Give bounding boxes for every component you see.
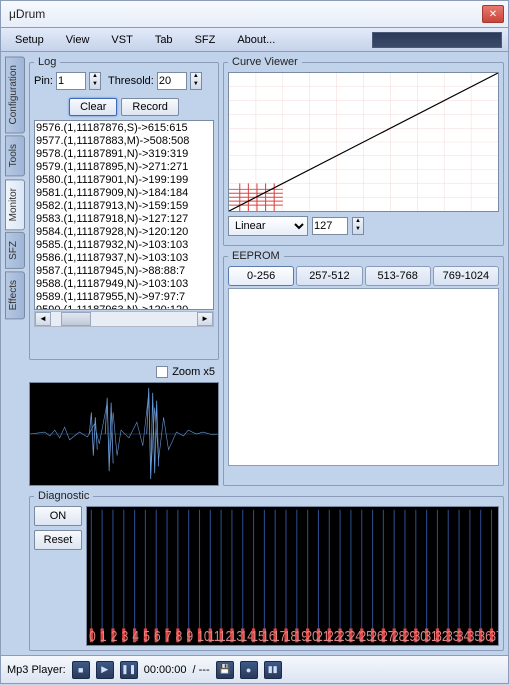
svg-text:8: 8 (176, 628, 183, 645)
side-tabs: Configuration Tools Monitor SFZ Effects (5, 56, 25, 651)
pause-button[interactable]: ❚❚ (120, 661, 138, 679)
curve-value-input[interactable] (312, 217, 348, 235)
waveform-display (29, 382, 219, 486)
menu-tab[interactable]: Tab (145, 31, 183, 49)
curve-graph (228, 72, 499, 212)
eeprom-tab-3[interactable]: 769-1024 (433, 266, 499, 286)
log-line[interactable]: 9584.(1,11187928,N)->120:120 (36, 226, 212, 239)
diagnostic-on-button[interactable]: ON (34, 506, 82, 526)
svg-text:1: 1 (100, 628, 107, 645)
menu-setup[interactable]: Setup (5, 31, 54, 49)
eeprom-panel: EEPROM 0-256 257-512 513-768 769-1024 (223, 250, 504, 486)
diagnostic-graph: 0123456789101112131415161718192021222324… (86, 506, 499, 646)
statusbar: Mp3 Player: ■ ▶ ❚❚ 00:00:00 / --- 💾 ● ▮▮ (0, 656, 509, 684)
log-line[interactable]: 9580.(1,11187901,N)->199:199 (36, 174, 212, 187)
sidetab-effects[interactable]: Effects (5, 271, 25, 319)
log-line[interactable]: 9579.(1,11187895,N)->271:271 (36, 161, 212, 174)
log-line[interactable]: 9586.(1,11187937,N)->103:103 (36, 252, 212, 265)
eeprom-tab-0[interactable]: 0-256 (228, 266, 294, 286)
scroll-right-icon[interactable]: ► (197, 312, 213, 326)
svg-text:4: 4 (132, 628, 139, 645)
sidetab-tools[interactable]: Tools (5, 135, 25, 176)
log-line[interactable]: 9585.(1,11187932,N)->103:103 (36, 239, 212, 252)
record-button[interactable]: Record (121, 98, 178, 116)
scroll-left-icon[interactable]: ◄ (35, 312, 51, 326)
log-line[interactable]: 9589.(1,11187955,N)->97:97:7 (36, 291, 212, 304)
menu-sfz[interactable]: SFZ (185, 31, 226, 49)
log-line[interactable]: 9578.(1,11187891,N)->319:319 (36, 148, 212, 161)
window-title: μDrum (9, 7, 480, 21)
log-line[interactable]: 9577.(1,11187883,M)->508:508 (36, 135, 212, 148)
thresold-spinner[interactable]: ▲▼ (190, 72, 202, 90)
main-area: Configuration Tools Monitor SFZ Effects … (0, 52, 509, 656)
svg-text:0: 0 (89, 628, 96, 645)
log-panel: Log Pin: ▲▼ Thresold: ▲▼ Clear Record (29, 56, 219, 360)
diagnostic-panel: Diagnostic ON Reset 01234567891011121314… (29, 490, 504, 651)
log-line[interactable]: 9576.(1,11187876,S)->615:615 (36, 122, 212, 135)
curve-viewer-panel: Curve Viewer (223, 56, 504, 246)
eeprom-body (228, 288, 499, 466)
thresold-input[interactable] (157, 72, 187, 90)
sidetab-sfz[interactable]: SFZ (5, 232, 25, 269)
diagnostic-reset-button[interactable]: Reset (34, 530, 82, 550)
log-line[interactable]: 9588.(1,11187949,N)->103:103 (36, 278, 212, 291)
sidetab-monitor[interactable]: Monitor (5, 179, 25, 230)
levels-button[interactable]: ▮▮ (264, 661, 282, 679)
sidetab-configuration[interactable]: Configuration (5, 56, 25, 133)
menu-about[interactable]: About... (227, 31, 285, 49)
close-button[interactable]: ✕ (482, 5, 504, 23)
record-icon-button[interactable]: ● (240, 661, 258, 679)
log-list[interactable]: 9576.(1,11187876,S)->615:615 9577.(1,111… (34, 120, 214, 310)
log-line[interactable]: 9587.(1,11187945,N)->88:88:7 (36, 265, 212, 278)
svg-text:7: 7 (165, 628, 172, 645)
log-legend: Log (34, 56, 60, 68)
thresold-label: Thresold: (108, 75, 154, 87)
curve-type-select[interactable]: Linear (228, 216, 308, 236)
menu-view[interactable]: View (56, 31, 100, 49)
svg-text:3: 3 (122, 628, 129, 645)
stop-button[interactable]: ■ (72, 661, 90, 679)
mp3-label: Mp3 Player: (7, 664, 66, 676)
eeprom-legend: EEPROM (228, 250, 284, 262)
log-line[interactable]: 9583.(1,11187918,N)->127:127 (36, 213, 212, 226)
play-button[interactable]: ▶ (96, 661, 114, 679)
zoom-label: Zoom x5 (172, 366, 215, 378)
log-hscroll[interactable]: ◄ ► (34, 311, 214, 327)
svg-text:9: 9 (187, 628, 194, 645)
menu-vst[interactable]: VST (101, 31, 142, 49)
curve-value-spinner[interactable]: ▲▼ (352, 217, 364, 235)
curve-legend: Curve Viewer (228, 56, 302, 68)
save-button[interactable]: 💾 (216, 661, 234, 679)
pin-input[interactable] (56, 72, 86, 90)
log-line[interactable]: 9581.(1,11187909,N)->184:184 (36, 187, 212, 200)
svg-text:37: 37 (489, 628, 499, 645)
pin-label: Pin: (34, 75, 53, 87)
menu-progress (372, 32, 502, 48)
svg-text:6: 6 (154, 628, 161, 645)
menubar: Setup View VST Tab SFZ About... (0, 28, 509, 52)
eeprom-tab-1[interactable]: 257-512 (296, 266, 362, 286)
log-line[interactable]: 9590 (1 11187963 N)->120:120 (36, 304, 212, 310)
time-display: 00:00:00 (144, 664, 187, 676)
time-sep: / --- (193, 664, 210, 676)
eeprom-tab-2[interactable]: 513-768 (365, 266, 431, 286)
titlebar: μDrum ✕ (0, 0, 509, 28)
diagnostic-legend: Diagnostic (34, 490, 93, 502)
zoom-checkbox[interactable] (156, 366, 168, 378)
log-line[interactable]: 9582.(1,11187913,N)->159:159 (36, 200, 212, 213)
clear-button[interactable]: Clear (69, 98, 117, 116)
pin-spinner[interactable]: ▲▼ (89, 72, 101, 90)
scroll-thumb[interactable] (61, 312, 91, 326)
svg-text:2: 2 (111, 628, 118, 645)
svg-text:5: 5 (143, 628, 150, 645)
